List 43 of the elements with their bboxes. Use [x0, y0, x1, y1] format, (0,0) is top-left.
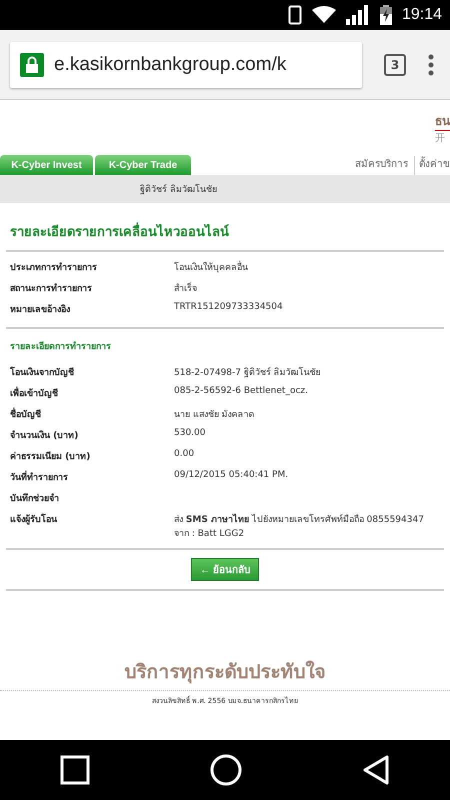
- field-label: หมายเลขอ้างอิง: [9, 303, 71, 316]
- lock-icon: [20, 52, 44, 76]
- field-value: สำเร็จ: [174, 282, 197, 295]
- field-label: เพื่อเข้าบัญชี: [6, 386, 174, 400]
- wifi-icon: [312, 6, 336, 24]
- battery-charging-icon: [380, 5, 392, 25]
- field-value: 09/12/2015 05:40:41 PM.: [174, 470, 288, 480]
- tab-count-button[interactable]: 3: [384, 54, 406, 76]
- field-label: แจ้งผู้รับโอน: [9, 512, 58, 526]
- bank-logo-text: ธน: [435, 110, 450, 130]
- field-label: สถานะการทำรายการ: [9, 282, 93, 295]
- recents-icon[interactable]: [60, 755, 90, 785]
- field-label: บันทึกช่วยจำ: [9, 492, 60, 505]
- address-bar[interactable]: e.kasikornbankgroup.com/k: [10, 42, 362, 88]
- slogan: บริการทุกระดับประทับใจ: [124, 660, 326, 686]
- field-value: 518-2-07498-7 ฐิติวัชร์ ลิมวัฒโนชัย: [174, 366, 321, 379]
- field-value: จาก : Batt LGG2: [174, 528, 246, 540]
- field-label: โอนเงินจากบัญชี: [9, 366, 75, 379]
- field-value: 085-2-56592-6 Bettlenet_ocz.: [174, 386, 308, 396]
- field-value: 0.00: [174, 449, 194, 459]
- phone-icon: [288, 5, 302, 25]
- menu-icon[interactable]: [428, 54, 434, 76]
- top-link[interactable]: สมัครบริการ: [351, 156, 412, 175]
- field-label: ประเภทการทำรายการ: [9, 261, 98, 274]
- field-label: ชื่อบัญชี: [6, 407, 174, 421]
- field-value: โอนเงินให้บุคคลอื่น: [174, 260, 248, 274]
- field-value: TRTR151209733334504: [174, 302, 283, 312]
- page-title: รายละเอียดรายการเคลื่อนไหวออนไลน์: [10, 221, 444, 242]
- field-value: 530.00: [174, 428, 206, 438]
- field-label: จำนวนเงิน (บาท): [9, 429, 80, 442]
- back-icon[interactable]: [362, 755, 390, 785]
- field-value: นาย แสงชัย มังคลาด: [174, 409, 255, 421]
- section-title: รายละเอียดการทำรายการ: [10, 340, 112, 353]
- home-icon[interactable]: [210, 754, 242, 786]
- logo-subtext: 开: [435, 132, 445, 144]
- url-text: e.kasikornbankgroup.com/k: [54, 54, 286, 76]
- signal-icon: [346, 5, 370, 25]
- field-value: ส่ง SMS ภาษาไทย ไปยังหมายเลขโทรศัพท์มือถือ 0855594347: [174, 512, 424, 526]
- clock-time: 19:14: [402, 6, 442, 24]
- back-button[interactable]: ← ย้อนกลับ: [191, 558, 259, 581]
- field-label: วันที่ทำรายการ: [6, 470, 174, 484]
- user-name: ฐิติวัชร์ ลิมวัฒโนชัย: [140, 182, 217, 196]
- field-label: ค่าธรรมเนียม (บาท): [9, 450, 92, 463]
